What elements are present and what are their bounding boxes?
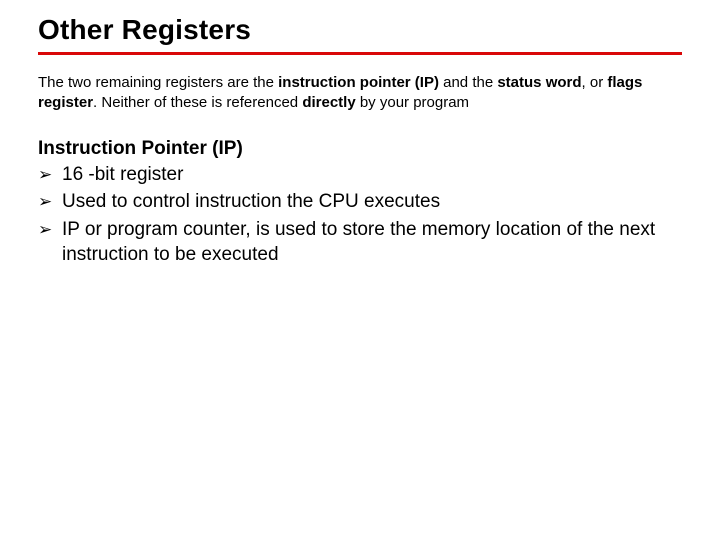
intro-bold-ip: instruction pointer (IP): [278, 74, 439, 91]
intro-bold-status-word: status word: [497, 74, 581, 91]
title-divider: [38, 52, 682, 55]
intro-text-2: and the: [439, 74, 497, 91]
list-item: IP or program counter, is used to store …: [38, 217, 682, 268]
list-item: Used to control instruction the CPU exec…: [38, 189, 682, 215]
intro-text-1: The two remaining registers are the: [38, 74, 278, 91]
bullet-list: 16 -bit register Used to control instruc…: [38, 162, 682, 269]
intro-text-3: , or: [582, 74, 608, 91]
intro-text-5: by your program: [356, 94, 469, 111]
slide: Other Registers The two remaining regist…: [0, 0, 720, 268]
list-item: 16 -bit register: [38, 162, 682, 188]
intro-text-4: . Neither of these is referenced: [93, 94, 302, 111]
intro-paragraph: The two remaining registers are the inst…: [38, 73, 682, 114]
subheading-ip: Instruction Pointer (IP): [38, 138, 682, 160]
intro-bold-directly: directly: [302, 94, 355, 111]
slide-title: Other Registers: [38, 14, 682, 46]
